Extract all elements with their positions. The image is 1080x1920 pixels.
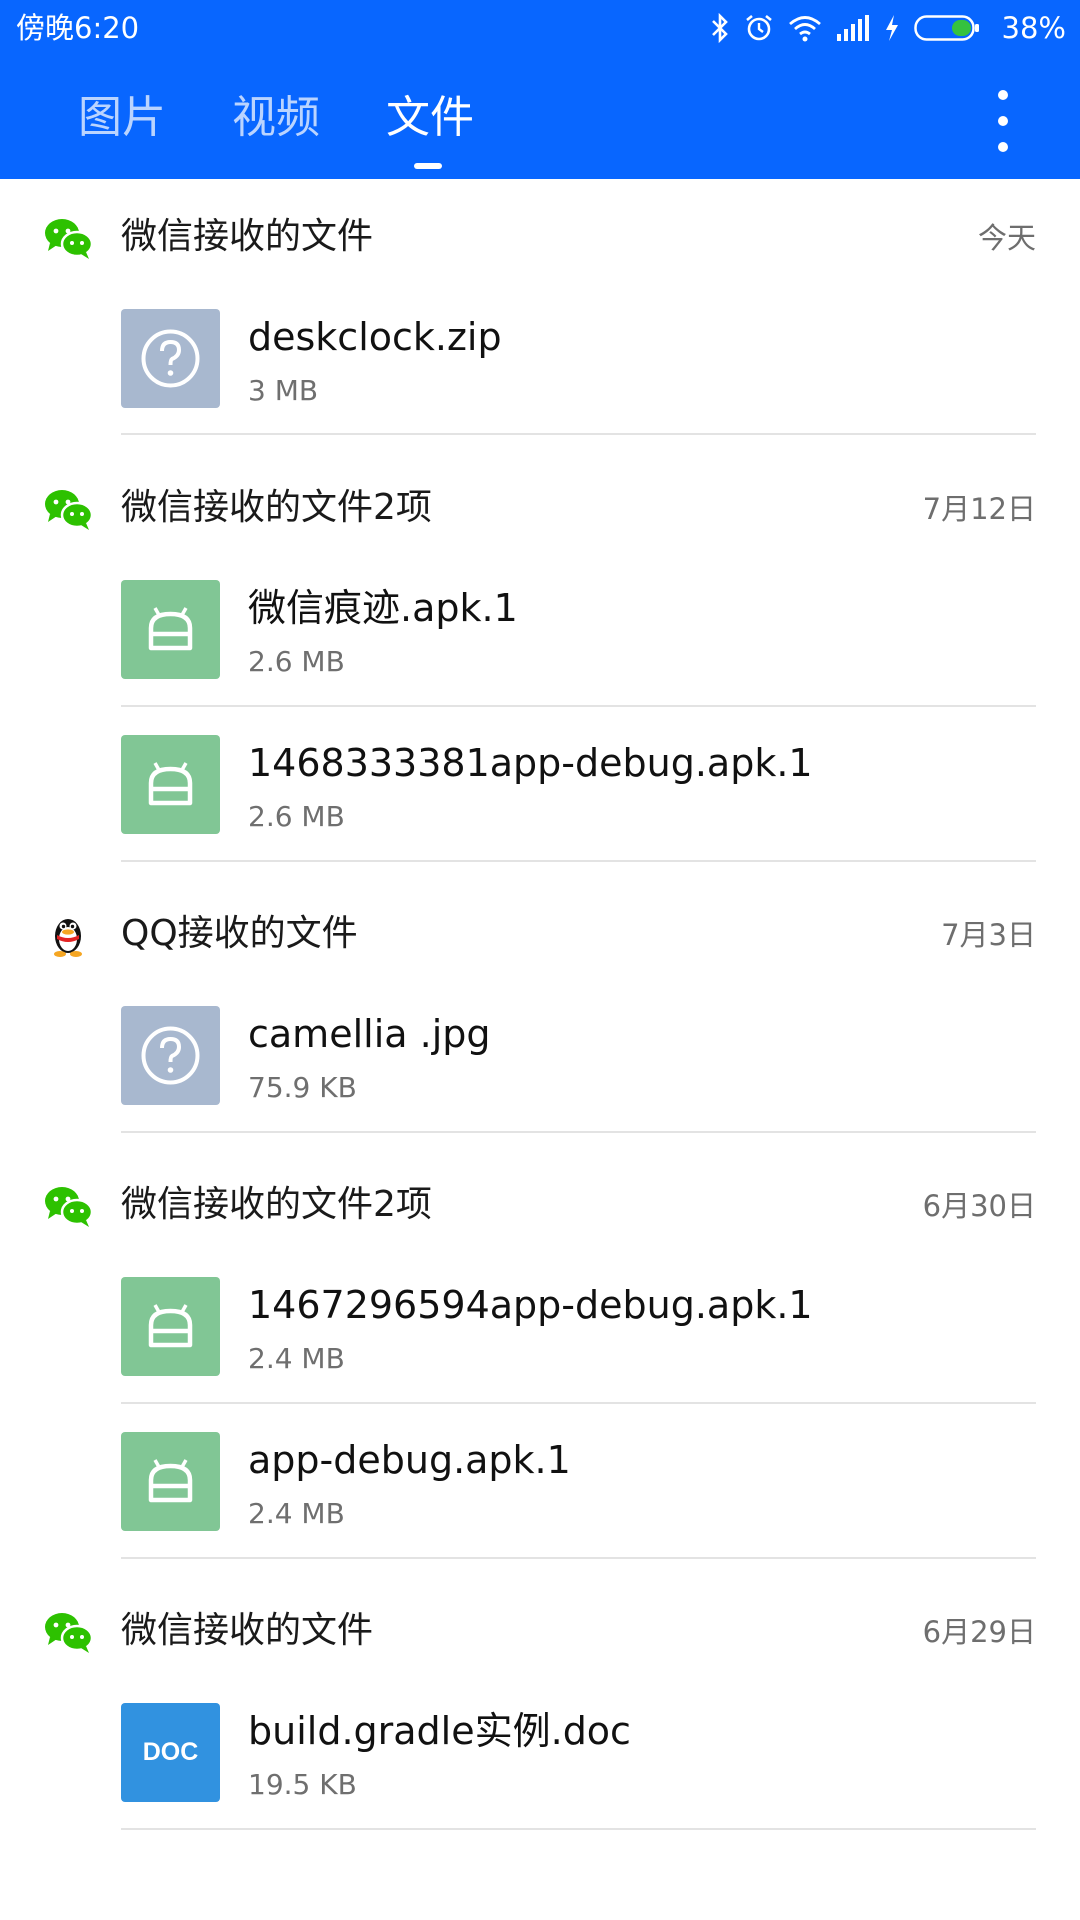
qq-icon xyxy=(54,919,82,957)
file-row[interactable]: DOC build.gradle实例.doc 19.5 KB xyxy=(0,1703,1080,1858)
tab-files[interactable]: 文件 xyxy=(386,90,474,146)
wechat-icon xyxy=(45,1613,94,1653)
more-dot xyxy=(998,116,1008,126)
file-size: 19.5 KB xyxy=(248,1768,357,1801)
unknown-file-icon xyxy=(121,309,220,408)
file-name: build.gradle实例.doc xyxy=(248,1709,631,1753)
android-apk-icon xyxy=(121,735,220,834)
status-icons: 38% xyxy=(710,8,1066,48)
doc-badge: DOC xyxy=(142,1738,199,1766)
group-header: 微信接收的文件2项 7月12日 xyxy=(0,474,1080,544)
android-apk-icon xyxy=(121,1277,220,1376)
divider xyxy=(121,1828,1036,1830)
file-size: 2.6 MB xyxy=(248,645,345,678)
group-title: 微信接收的文件2项 xyxy=(121,487,432,528)
tab-pictures[interactable]: 图片 xyxy=(78,90,166,146)
battery-level: 38% xyxy=(1001,11,1066,45)
group-title: 微信接收的文件 xyxy=(121,1610,374,1651)
wechat-icon xyxy=(45,219,94,259)
top-app-bar: 傍晚6:20 38% 图片 视频 文件 xyxy=(0,0,1080,179)
battery-indicator xyxy=(913,15,994,41)
unknown-file-icon xyxy=(121,1006,220,1105)
group-date: 今天 xyxy=(977,221,1036,255)
status-time: 傍晚6:20 xyxy=(16,11,140,45)
tab-videos[interactable]: 视频 xyxy=(232,90,320,146)
wechat-icon xyxy=(45,1187,94,1227)
divider xyxy=(121,860,1036,862)
file-row[interactable]: deskclock.zip 3 MB xyxy=(0,309,1080,464)
file-size: 2.4 MB xyxy=(248,1342,345,1375)
divider xyxy=(121,1131,1036,1133)
divider xyxy=(121,1402,1036,1404)
file-name: 1468333381app-debug.apk.1 xyxy=(248,741,813,785)
active-tab-indicator xyxy=(414,163,442,169)
file-row[interactable]: 微信痕迹.apk.1 2.6 MB xyxy=(0,580,1080,735)
more-dot xyxy=(998,90,1008,100)
file-row[interactable]: camellia .jpg 75.9 KB xyxy=(0,1006,1080,1161)
group-date: 6月30日 xyxy=(922,1189,1036,1223)
file-name: camellia .jpg xyxy=(248,1012,491,1056)
file-name: 1467296594app-debug.apk.1 xyxy=(248,1283,813,1327)
charging-icon xyxy=(885,15,898,41)
file-name: app-debug.apk.1 xyxy=(248,1438,571,1482)
file-size: 2.6 MB xyxy=(248,800,345,833)
group-title: 微信接收的文件 xyxy=(121,216,374,257)
group-date: 7月12日 xyxy=(922,492,1036,526)
file-name: 微信痕迹.apk.1 xyxy=(248,586,518,630)
divider xyxy=(121,433,1036,435)
group-title: 微信接收的文件2项 xyxy=(121,1184,432,1225)
signal-icon xyxy=(836,15,869,41)
wifi-icon xyxy=(788,16,821,42)
group-title: QQ接收的文件 xyxy=(121,913,358,954)
group-header: 微信接收的文件 6月29日 xyxy=(0,1597,1080,1667)
battery-icon xyxy=(913,15,979,41)
file-size: 3 MB xyxy=(248,374,319,407)
group-header: QQ接收的文件 7月3日 xyxy=(0,900,1080,970)
divider xyxy=(121,1557,1036,1559)
divider xyxy=(121,705,1036,707)
alarm-icon xyxy=(745,14,772,41)
wechat-icon xyxy=(45,490,94,530)
file-size: 75.9 KB xyxy=(248,1071,357,1104)
file-size: 2.4 MB xyxy=(248,1497,345,1530)
group-date: 6月29日 xyxy=(922,1615,1036,1649)
file-row[interactable]: 1468333381app-debug.apk.1 2.6 MB xyxy=(0,735,1080,890)
file-row[interactable]: app-debug.apk.1 2.4 MB xyxy=(0,1432,1080,1587)
more-dot xyxy=(998,142,1008,152)
more-options-button[interactable] xyxy=(981,86,1025,156)
group-header: 微信接收的文件 今天 xyxy=(0,203,1080,273)
android-apk-icon xyxy=(121,1432,220,1531)
group-date: 7月3日 xyxy=(941,918,1036,952)
doc-file-icon: DOC xyxy=(121,1703,220,1802)
group-header: 微信接收的文件2项 6月30日 xyxy=(0,1171,1080,1241)
android-apk-icon xyxy=(121,580,220,679)
bluetooth-icon xyxy=(711,13,728,43)
file-name: deskclock.zip xyxy=(248,315,502,359)
file-row[interactable]: 1467296594app-debug.apk.1 2.4 MB xyxy=(0,1277,1080,1432)
